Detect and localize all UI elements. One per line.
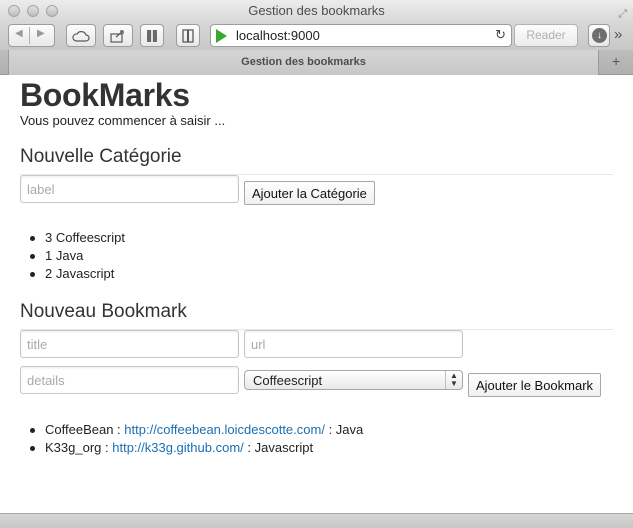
bookmark-link[interactable]: http://k33g.github.com/: [112, 440, 244, 455]
site-icon: [216, 29, 227, 43]
list-item: 3 Coffeescript: [30, 230, 125, 245]
cloud-icon: [72, 30, 90, 42]
browser-toolbar: ◀ ▶ localhost:9000 ↻ Reader ↓ »: [0, 22, 633, 50]
add-category-button[interactable]: Ajouter la Catégorie: [244, 181, 375, 205]
icloud-tabs-button[interactable]: [66, 24, 96, 47]
list-item: 2 Javascript: [30, 265, 125, 283]
new-tab-icon[interactable]: +: [612, 53, 620, 69]
show-bookmarks-button[interactable]: [140, 24, 164, 47]
back-forward-control: ◀ ▶: [8, 24, 55, 47]
category-list: 3 Coffeescript 1 Java 2 Javascript: [30, 229, 125, 283]
bookmark-title-input[interactable]: [20, 330, 239, 358]
minimize-window-button[interactable]: [27, 5, 39, 17]
reading-list-icon: [182, 28, 194, 43]
category-label-input[interactable]: [20, 175, 239, 203]
category-select-value: Coffeescript: [253, 373, 323, 388]
bookmark-link[interactable]: http://coffeebean.loicdescotte.com/: [124, 422, 325, 437]
back-icon[interactable]: ◀: [15, 28, 23, 39]
list-item: 1 Java: [30, 247, 125, 265]
bookmark-heading: Nouveau Bookmark: [20, 301, 187, 322]
forward-icon[interactable]: ▶: [37, 28, 45, 39]
close-window-button[interactable]: [8, 5, 20, 17]
bookmarks-book-icon: [147, 29, 157, 42]
share-button[interactable]: [103, 24, 133, 47]
bookmark-details-input[interactable]: [20, 366, 239, 394]
list-item: CoffeeBean : http://coffeebean.loicdesco…: [29, 422, 364, 437]
download-icon: ↓: [592, 28, 607, 43]
more-chevron-icon[interactable]: »: [614, 26, 622, 43]
downloads-button[interactable]: ↓: [588, 24, 610, 47]
bookmark-list: CoffeeBean : http://coffeebean.loicdesco…: [29, 421, 364, 457]
window-title: Gestion des bookmarks: [248, 3, 385, 18]
status-bar: [0, 513, 633, 528]
add-bookmark-button[interactable]: Ajouter le Bookmark: [468, 373, 602, 397]
page-title: BookMarks: [20, 77, 190, 113]
page-content: BookMarks Vous pouvez commencer à saisir…: [0, 75, 633, 513]
page-subtitle: Vous pouvez commencer à saisir ...: [20, 113, 226, 128]
window-titlebar: Gestion des bookmarks ⤢: [0, 0, 633, 22]
updown-arrows-icon: ▲ ▼: [445, 371, 462, 389]
address-bar[interactable]: localhost:9000 ↻: [210, 24, 512, 47]
address-url[interactable]: localhost:9000: [236, 28, 320, 43]
tab-bar: Gestion des bookmarks +: [0, 50, 633, 75]
list-item: K33g_org : http://k33g.github.com/ : Jav…: [29, 439, 363, 457]
bookmark-url-input[interactable]: [244, 330, 463, 358]
category-heading: Nouvelle Catégorie: [20, 146, 182, 167]
share-icon: [110, 29, 124, 43]
zoom-window-button[interactable]: [46, 5, 58, 17]
reading-list-button[interactable]: [176, 24, 200, 47]
tab-gestion-bookmarks[interactable]: Gestion des bookmarks: [8, 50, 599, 75]
reader-button[interactable]: Reader: [514, 24, 578, 47]
category-select[interactable]: Coffeescript ▲ ▼: [244, 370, 463, 390]
reload-icon[interactable]: ↻: [495, 27, 506, 43]
